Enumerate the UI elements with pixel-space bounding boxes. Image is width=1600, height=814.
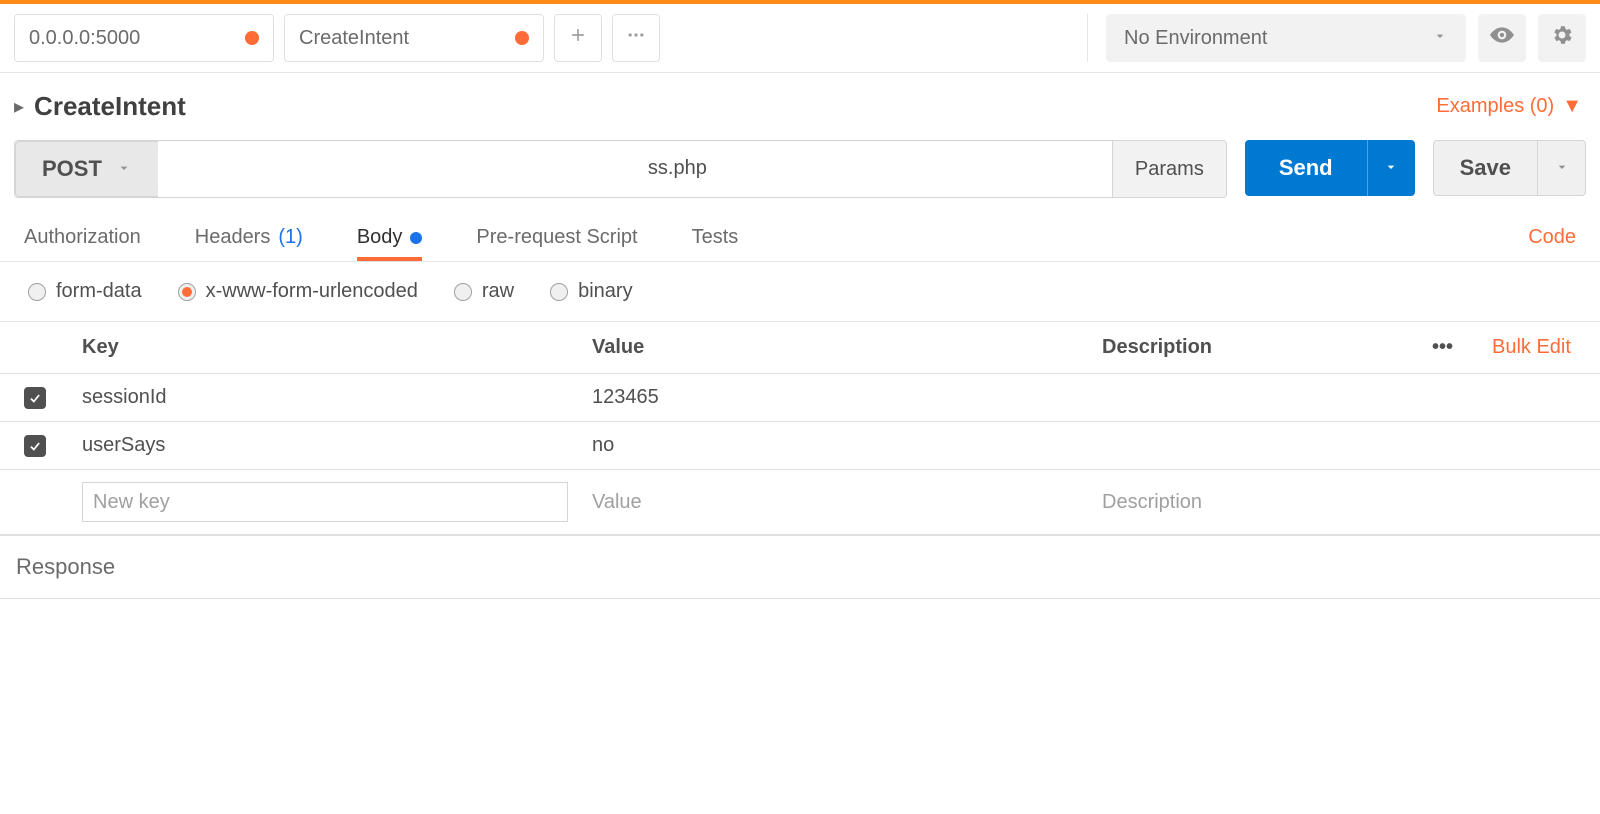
col-key: Key (70, 322, 580, 374)
tab-label: 0.0.0.0:5000 (29, 27, 140, 50)
http-method-selector[interactable]: POST (15, 141, 158, 197)
examples-dropdown[interactable]: Examples (0) ▼ (1436, 95, 1582, 118)
headers-count: (1) (278, 226, 302, 249)
radio-icon (454, 283, 472, 301)
url-bar: POST ss.php Params (14, 140, 1227, 198)
new-value-placeholder[interactable]: Value (592, 491, 642, 513)
save-button-group: Save (1433, 140, 1586, 198)
radio-label: x-www-form-urlencoded (206, 280, 418, 303)
cell-value[interactable]: no (580, 422, 1090, 470)
tab-tests[interactable]: Tests (692, 214, 739, 261)
environment-selector[interactable]: No Environment (1106, 14, 1466, 62)
radio-label: raw (482, 280, 514, 303)
request-tab-1[interactable]: CreateIntent (284, 14, 544, 62)
response-section-header: Response (0, 535, 1600, 599)
request-title-row: ▸ CreateIntent Examples (0) ▼ (0, 73, 1600, 140)
response-label: Response (16, 554, 115, 579)
code-label: Code (1528, 226, 1576, 248)
header-bar: 0.0.0.0:5000 CreateIntent No Environment (0, 4, 1600, 73)
code-link[interactable]: Code (1528, 226, 1576, 249)
gear-icon (1550, 23, 1574, 53)
chevron-down-icon (1432, 27, 1448, 50)
tab-prerequest[interactable]: Pre-request Script (476, 214, 637, 261)
chevron-down-icon (116, 156, 132, 182)
environment-label: No Environment (1124, 27, 1267, 50)
col-bulk: Bulk Edit (1480, 322, 1600, 374)
new-tab-button[interactable] (554, 14, 602, 62)
radio-icon (178, 283, 196, 301)
chevron-down-icon (1383, 159, 1399, 178)
col-value: Value (580, 322, 1090, 374)
url-redacted-area (172, 141, 652, 195)
send-button-group: Send (1245, 140, 1415, 198)
radio-urlencoded[interactable]: x-www-form-urlencoded (178, 280, 418, 303)
body-type-selector: form-data x-www-form-urlencoded raw bina… (0, 262, 1600, 322)
radio-raw[interactable]: raw (454, 280, 514, 303)
http-method-label: POST (42, 156, 102, 182)
params-button[interactable]: Params (1112, 141, 1226, 197)
radio-label: binary (578, 280, 632, 303)
col-description: Description (1090, 322, 1420, 374)
radio-form-data[interactable]: form-data (28, 280, 142, 303)
request-url-row: POST ss.php Params Send Save (0, 140, 1600, 214)
radio-icon (550, 283, 568, 301)
url-visible-suffix: ss.php (638, 141, 707, 195)
tab-label: Body (357, 226, 403, 249)
cell-key[interactable]: sessionId (70, 374, 580, 422)
cell-description[interactable] (1090, 374, 1600, 422)
tab-label: Pre-request Script (476, 226, 637, 249)
collapse-caret-icon[interactable]: ▸ (14, 94, 24, 119)
send-button[interactable]: Send (1245, 140, 1367, 196)
eye-icon (1489, 22, 1515, 54)
table-row: sessionId 123465 (0, 374, 1600, 422)
table-row: userSays no (0, 422, 1600, 470)
header-right-controls: No Environment (1087, 14, 1586, 62)
radio-icon (28, 283, 46, 301)
table-row-new: Value Description (0, 470, 1600, 535)
save-button[interactable]: Save (1433, 140, 1538, 196)
col-actions[interactable]: ••• (1420, 322, 1480, 374)
tab-label: Authorization (24, 226, 141, 249)
body-params-table: Key Value Description ••• Bulk Edit sess… (0, 322, 1600, 535)
tab-headers[interactable]: Headers (1) (195, 214, 303, 261)
plus-icon (568, 25, 588, 51)
caret-down-icon: ▼ (1562, 95, 1582, 118)
request-tab-0[interactable]: 0.0.0.0:5000 (14, 14, 274, 62)
cell-key[interactable]: userSays (70, 422, 580, 470)
tab-body[interactable]: Body (357, 214, 423, 261)
save-dropdown-button[interactable] (1538, 140, 1586, 196)
request-subtabs: Authorization Headers (1) Body Pre-reque… (0, 214, 1600, 262)
new-key-input[interactable] (82, 482, 568, 522)
cell-description[interactable] (1090, 422, 1600, 470)
cell-value[interactable]: 123465 (580, 374, 1090, 422)
dots-icon: ••• (1432, 336, 1453, 358)
tab-overflow-button[interactable] (612, 14, 660, 62)
environment-quicklook-button[interactable] (1478, 14, 1526, 62)
radio-binary[interactable]: binary (550, 280, 632, 303)
dots-icon (626, 25, 646, 51)
tab-authorization[interactable]: Authorization (24, 214, 141, 261)
col-check (0, 322, 70, 374)
new-description-placeholder[interactable]: Description (1102, 491, 1202, 513)
radio-label: form-data (56, 280, 142, 303)
unsaved-dot-icon (245, 31, 259, 45)
params-label: Params (1135, 158, 1204, 181)
chevron-down-icon (1554, 159, 1570, 178)
has-content-dot-icon (410, 232, 422, 244)
request-title: CreateIntent (34, 91, 186, 122)
examples-label: Examples (0) (1436, 95, 1554, 118)
row-checkbox[interactable] (24, 387, 46, 409)
url-input-container: ss.php (158, 141, 1112, 197)
tabs-area: 0.0.0.0:5000 CreateIntent (14, 14, 1075, 62)
row-checkbox[interactable] (24, 435, 46, 457)
tab-label: Tests (692, 226, 739, 249)
tab-label: CreateIntent (299, 27, 409, 50)
bulk-edit-link[interactable]: Bulk Edit (1492, 336, 1571, 358)
settings-button[interactable] (1538, 14, 1586, 62)
unsaved-dot-icon (515, 31, 529, 45)
send-dropdown-button[interactable] (1367, 140, 1415, 196)
tab-label: Headers (195, 226, 271, 249)
